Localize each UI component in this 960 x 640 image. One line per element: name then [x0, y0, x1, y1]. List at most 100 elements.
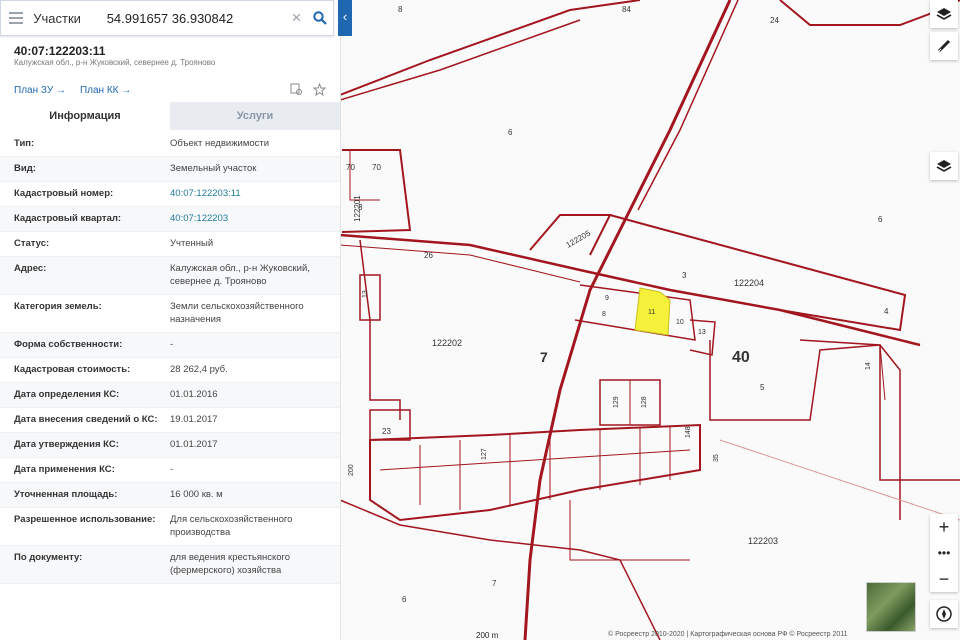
panel-tabs: Информация Услуги — [0, 102, 340, 130]
info-row: Тип: Объект недвижимости — [0, 132, 340, 157]
svg-text:127: 127 — [481, 448, 488, 460]
info-row: Дата внесения сведений о КС: 19.01.2017 — [0, 408, 340, 433]
row-key: Категория земель: — [14, 301, 102, 312]
row-key: Вид: — [14, 163, 36, 174]
search-category-select[interactable]: Участки — [31, 11, 102, 26]
info-row: Кадастровый квартал: 40:07:122203 — [0, 207, 340, 232]
zoom-control: + ••• − — [930, 514, 958, 592]
tab-information[interactable]: Информация — [0, 102, 170, 130]
menu-icon[interactable] — [1, 0, 31, 36]
svg-text:3: 3 — [682, 271, 687, 280]
layers-button[interactable] — [930, 0, 958, 28]
row-value: Для сельскохозяйственного производства — [170, 514, 293, 538]
row-key: Уточненная площадь: — [14, 489, 118, 500]
svg-text:24: 24 — [770, 16, 779, 25]
clear-icon[interactable]: × — [287, 8, 307, 28]
svg-text:23: 23 — [382, 427, 391, 436]
row-key: Дата применения КС: — [14, 464, 115, 475]
plan-zu-link[interactable]: План ЗУ → — [14, 85, 66, 96]
compass-button[interactable] — [930, 600, 958, 628]
row-key: Дата внесения сведений о КС: — [14, 414, 158, 425]
info-row: Кадастровая стоимость: 28 262,4 руб. — [0, 358, 340, 383]
satellite-minimap[interactable] — [866, 582, 916, 632]
svg-text:5: 5 — [760, 383, 765, 392]
svg-text:84: 84 — [622, 5, 631, 14]
layers-button-secondary[interactable] — [930, 152, 958, 180]
row-value: 28 262,4 руб. — [170, 364, 228, 375]
svg-text:6: 6 — [402, 595, 407, 604]
search-bar: Участки × — [0, 0, 334, 36]
info-panel: Участки × 40:07:122203:11 Калужская обл.… — [0, 0, 341, 640]
svg-text:10: 10 — [676, 319, 684, 326]
map-canvas[interactable]: 8 84 24 6 70 70 122201 3 122205 26 6 3 1… — [340, 0, 960, 640]
svg-text:122203: 122203 — [748, 536, 778, 546]
star-icon[interactable] — [313, 83, 326, 96]
row-key: Тип: — [14, 138, 35, 149]
layers-icon — [936, 160, 952, 172]
row-key: Кадастровый номер: — [14, 188, 114, 199]
svg-text:3: 3 — [358, 203, 363, 212]
info-row: Дата определения КС: 01.01.2016 — [0, 383, 340, 408]
svg-text:14: 14 — [865, 362, 872, 370]
info-row: Статус: Учтенный — [0, 232, 340, 257]
collapse-panel-button[interactable]: ‹ — [338, 0, 352, 36]
object-address: Калужская обл., р-н Жуковский, севернее … — [14, 58, 216, 67]
row-key: Адрес: — [14, 263, 47, 274]
svg-text:8: 8 — [398, 5, 403, 14]
info-row: Адрес: Калужская обл., р-н Жуковский, сев… — [0, 257, 340, 295]
svg-text:70: 70 — [346, 163, 355, 172]
row-key: Статус: — [14, 238, 50, 249]
row-key: Дата утверждения КС: — [14, 439, 119, 450]
svg-text:8: 8 — [602, 311, 606, 318]
plan-kk-link[interactable]: План КК → — [80, 85, 131, 96]
row-value: 01.01.2017 — [170, 439, 218, 450]
svg-text:26: 26 — [424, 251, 433, 260]
zoom-to-object-icon[interactable] — [290, 83, 303, 96]
map-scale: 200 m — [476, 631, 499, 640]
search-icon — [312, 11, 327, 25]
svg-text:13: 13 — [698, 329, 706, 336]
object-title: 40:07:122203:11 — [14, 44, 106, 58]
svg-text:122202: 122202 — [432, 338, 462, 348]
info-row: Категория земель: Земли сельскохозяйствен… — [0, 295, 340, 333]
layers-icon — [936, 8, 952, 20]
svg-text:122204: 122204 — [734, 278, 764, 288]
svg-text:7: 7 — [540, 349, 548, 365]
zoom-out-button[interactable]: − — [930, 566, 958, 592]
row-key: Дата определения КС: — [14, 389, 120, 400]
info-row: По документу: для ведения крестьянского (… — [0, 546, 340, 584]
row-key: Форма собственности: — [14, 339, 123, 350]
more-button[interactable]: ••• — [930, 540, 958, 566]
measure-button[interactable] — [930, 32, 958, 60]
panel-actions — [290, 83, 326, 96]
map-copyright: © Росреестр 2010-2020 | Картографическая… — [608, 631, 848, 638]
row-value: Калужская обл., р-н Жуковский, севернее … — [170, 263, 310, 287]
row-value: Земельный участок — [170, 163, 257, 174]
cadastral-quarter-link[interactable]: 40:07:122203 — [170, 212, 335, 225]
row-value: 19.01.2017 — [170, 414, 218, 425]
info-row: Дата утверждения КС: 01.01.2017 — [0, 433, 340, 458]
row-value: 01.01.2016 — [170, 389, 218, 400]
search-input[interactable] — [102, 1, 287, 35]
svg-text:6: 6 — [508, 128, 513, 137]
row-value: Земли сельскохозяйственного назначения — [170, 301, 304, 325]
svg-text:9: 9 — [605, 295, 609, 302]
row-value: Объект недвижимости — [170, 138, 270, 149]
row-key: Кадастровый квартал: — [14, 213, 122, 224]
svg-text:148: 148 — [685, 426, 692, 438]
info-row: Кадастровый номер: 40:07:122203:11 — [0, 182, 340, 207]
tab-services[interactable]: Услуги — [170, 102, 340, 130]
search-button[interactable] — [306, 1, 333, 35]
cadastral-map[interactable]: 8 84 24 6 70 70 122201 3 122205 26 6 3 1… — [340, 0, 960, 640]
info-table: Тип: Объект недвижимости Вид: Земельный уч… — [0, 132, 340, 584]
svg-text:11: 11 — [648, 309, 655, 316]
zoom-in-button[interactable]: + — [930, 514, 958, 540]
info-row: Уточненная площадь: 16 000 кв. м — [0, 483, 340, 508]
info-row: Разрешенное использование: Для сельскохоз… — [0, 508, 340, 546]
row-key: Кадастровая стоимость: — [14, 364, 131, 375]
row-value: - — [170, 339, 174, 350]
cadastral-number-link[interactable]: 40:07:122203:11 — [170, 187, 335, 200]
info-row: Дата применения КС: - — [0, 458, 340, 483]
svg-text:40: 40 — [732, 349, 750, 366]
row-value: Учтенный — [170, 238, 214, 249]
